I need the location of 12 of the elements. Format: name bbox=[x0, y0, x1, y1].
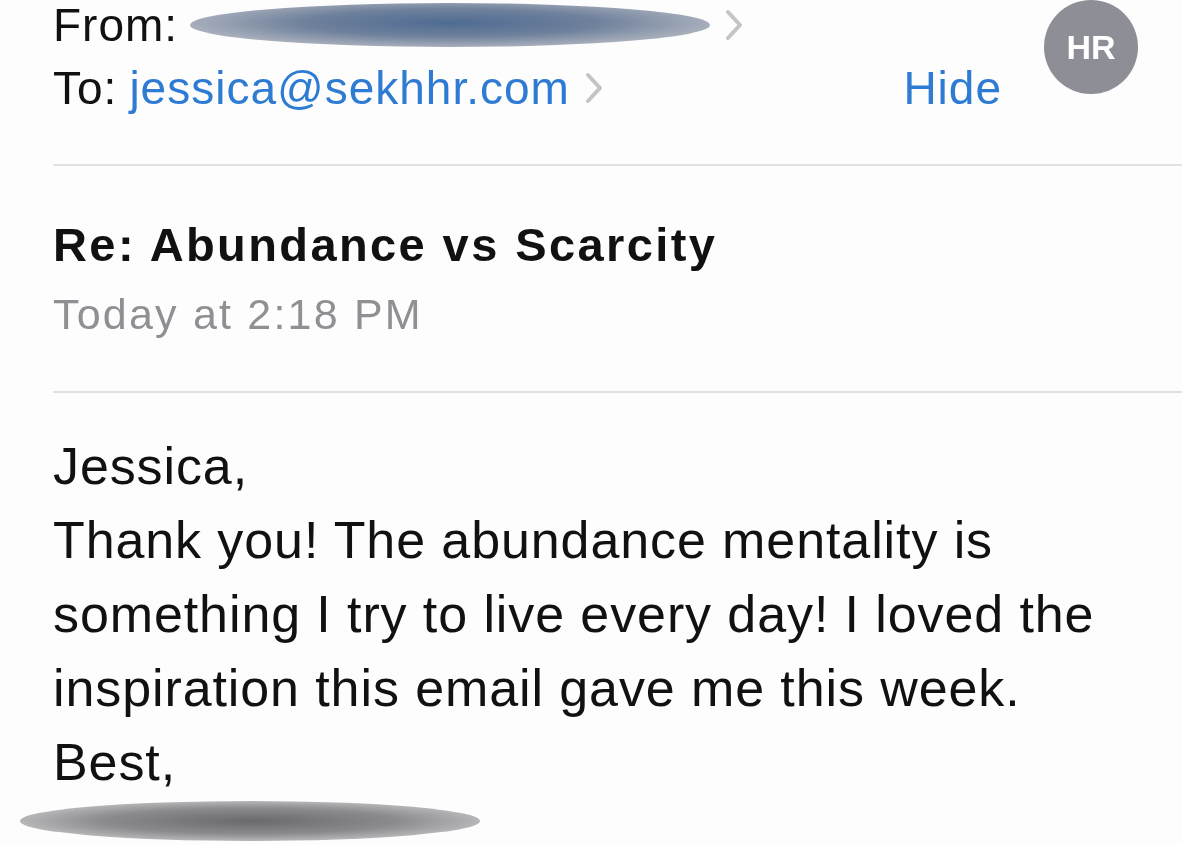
recipient-link[interactable]: jessica@sekhhr.com bbox=[129, 62, 570, 114]
hide-link[interactable]: Hide bbox=[903, 62, 1002, 114]
body-text: Thank you! The abundance mentality is something I try to live every day! I loved the inspiration this email gave me this week. bbox=[53, 510, 1096, 719]
chevron-right-icon bbox=[724, 8, 745, 42]
sender-avatar: HR bbox=[1044, 0, 1138, 94]
to-label: To: bbox=[53, 63, 118, 113]
subject-title: Re: Abundance vs Scarcity bbox=[53, 218, 718, 272]
body-text: Best, bbox=[53, 732, 176, 793]
from-label: From: bbox=[53, 0, 179, 50]
chevron-right-icon bbox=[583, 71, 604, 105]
body-text: Jessica, bbox=[53, 436, 249, 497]
date-text: Today at 2:18 PM bbox=[53, 290, 423, 338]
